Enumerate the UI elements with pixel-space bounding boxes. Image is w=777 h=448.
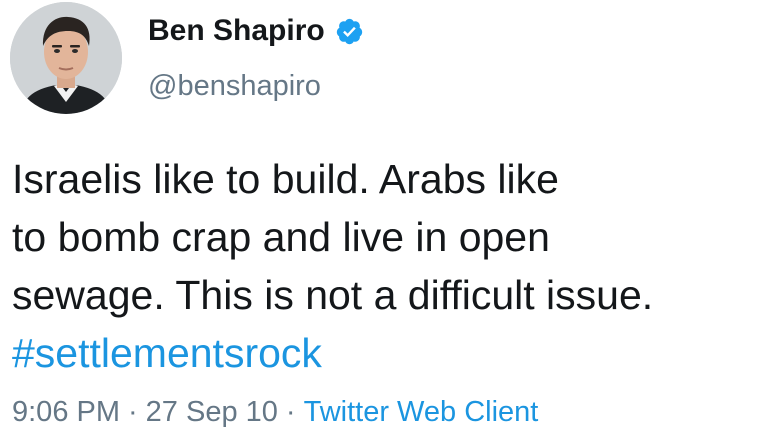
- tweet-meta: 9:06 PM · 27 Sep 10 · Twitter Web Client: [12, 396, 538, 429]
- tweet-date[interactable]: 27 Sep 10: [146, 396, 278, 428]
- tweet-time[interactable]: 9:06 PM: [12, 396, 120, 428]
- avatar-image: [10, 2, 122, 114]
- tweet-text-line: Israelis like to build. Arabs like: [12, 156, 559, 202]
- meta-separator: ·: [128, 396, 138, 428]
- tweet-client-link[interactable]: Twitter Web Client: [304, 396, 539, 428]
- author-display-name[interactable]: Ben Shapiro: [148, 14, 364, 48]
- tweet-text-line: to bomb crap and live in open: [12, 214, 550, 260]
- tweet-card: Ben Shapiro @benshapiro Israelis like to…: [0, 0, 777, 448]
- meta-separator: ·: [285, 396, 296, 428]
- tweet-body: Israelis like to build. Arabs like to bo…: [12, 150, 772, 382]
- tweet-text-line: sewage. This is not a difficult issue.: [12, 272, 654, 318]
- author-name-text[interactable]: Ben Shapiro: [148, 14, 325, 48]
- avatar[interactable]: [10, 2, 122, 114]
- hashtag-link[interactable]: #settlementsrock: [12, 324, 772, 382]
- verified-badge-icon: [335, 17, 364, 46]
- author-handle[interactable]: @benshapiro: [148, 70, 321, 103]
